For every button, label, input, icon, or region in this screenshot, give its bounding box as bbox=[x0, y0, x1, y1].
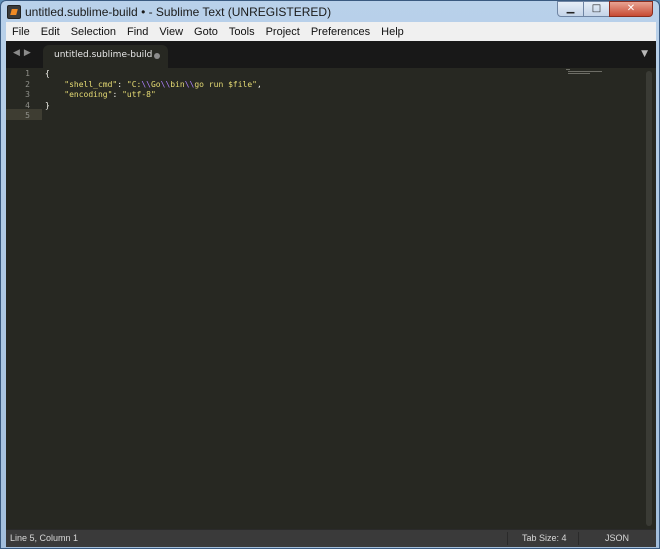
menu-preferences[interactable]: Preferences bbox=[305, 26, 375, 38]
code-line-3: "encoding": "utf-8" bbox=[64, 90, 156, 99]
tab-list-dropdown-icon[interactable]: ▼ bbox=[641, 49, 648, 59]
close-button[interactable]: ✕ bbox=[609, 1, 653, 17]
vertical-scrollbar[interactable] bbox=[646, 71, 652, 526]
window-title: untitled.sublime-build • - Sublime Text … bbox=[25, 5, 332, 19]
status-bar: Line 5, Column 1 Tab Size: 4 JSON bbox=[6, 529, 656, 547]
line-number-gutter: 1 2 3 4 5 bbox=[6, 68, 42, 529]
syntax-indicator[interactable]: JSON bbox=[605, 533, 629, 543]
menu-edit[interactable]: Edit bbox=[35, 26, 65, 38]
code-line-2: "shell_cmd": "C:\\Go\\bin\\go run $file"… bbox=[64, 80, 262, 89]
status-divider bbox=[507, 532, 508, 545]
menu-goto[interactable]: Goto bbox=[188, 26, 223, 38]
minimap[interactable] bbox=[566, 68, 606, 74]
line-number: 5 bbox=[25, 111, 30, 120]
cursor-position: Line 5, Column 1 bbox=[10, 533, 79, 543]
minimize-button[interactable]: ▁ bbox=[557, 1, 584, 17]
menu-tools[interactable]: Tools bbox=[223, 26, 260, 38]
line-number: 1 bbox=[25, 69, 30, 78]
menu-selection[interactable]: Selection bbox=[65, 26, 121, 38]
tab-label: untitled.sublime-build bbox=[54, 50, 153, 60]
code-line-4: } bbox=[45, 101, 50, 110]
menu-project[interactable]: Project bbox=[260, 26, 305, 38]
sublime-window: untitled.sublime-build • - Sublime Text … bbox=[0, 0, 660, 549]
menu-find[interactable]: Find bbox=[121, 26, 153, 38]
tab-nav-arrows: ◀ ▶ bbox=[13, 48, 31, 58]
line-number: 4 bbox=[25, 101, 30, 110]
menu-view[interactable]: View bbox=[153, 26, 188, 38]
editor-frame: ◀ ▶ untitled.sublime-build ▼ 1 2 3 4 5 {… bbox=[6, 41, 656, 547]
status-divider bbox=[578, 532, 579, 545]
tab-size-indicator[interactable]: Tab Size: 4 bbox=[522, 533, 567, 543]
unsaved-dot-icon[interactable] bbox=[154, 53, 160, 59]
window-controls: ▁ □ ✕ bbox=[557, 1, 653, 17]
tab-bar: ◀ ▶ untitled.sublime-build ▼ bbox=[6, 41, 656, 68]
menu-bar: File Edit Selection Find View Goto Tools… bbox=[6, 22, 656, 41]
line-number: 3 bbox=[25, 90, 30, 99]
line-number: 2 bbox=[25, 80, 30, 89]
sublime-app-icon[interactable] bbox=[7, 5, 21, 19]
code-line-1: { bbox=[45, 69, 50, 78]
title-bar[interactable]: untitled.sublime-build • - Sublime Text … bbox=[1, 1, 659, 23]
code-editor[interactable]: 1 2 3 4 5 { "shell_cmd": "C:\\Go\\bin\\g… bbox=[6, 68, 656, 529]
maximize-button[interactable]: □ bbox=[583, 1, 610, 17]
tab-untitled-sublime-build[interactable]: untitled.sublime-build bbox=[43, 45, 168, 68]
chevron-right-icon[interactable]: ▶ bbox=[24, 48, 31, 58]
chevron-left-icon[interactable]: ◀ bbox=[13, 48, 20, 58]
menu-file[interactable]: File bbox=[6, 26, 35, 38]
menu-help[interactable]: Help bbox=[375, 26, 409, 38]
